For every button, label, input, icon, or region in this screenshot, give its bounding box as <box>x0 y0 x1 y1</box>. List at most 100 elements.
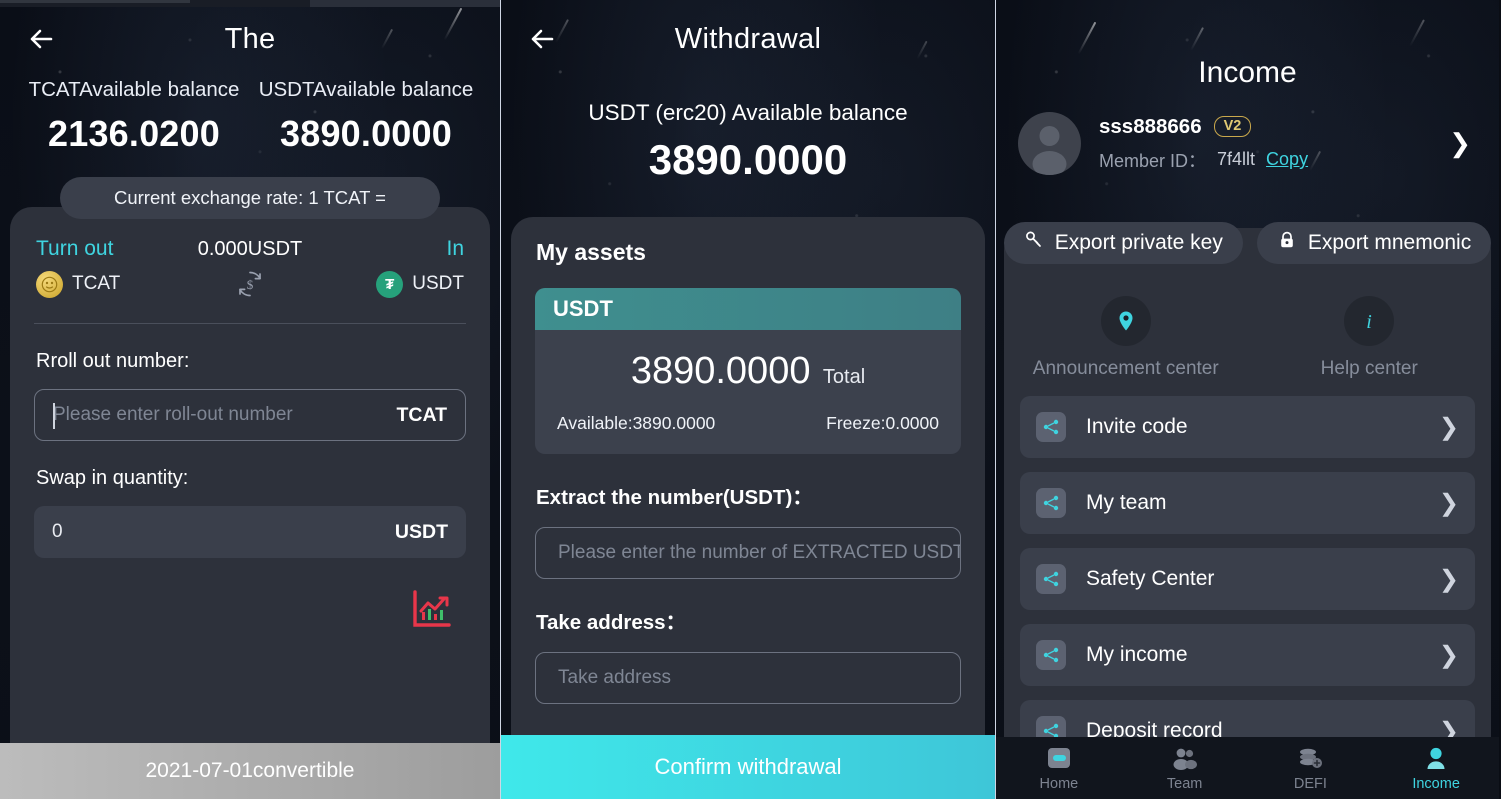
lock-icon <box>1277 230 1297 256</box>
asset-total-value: 3890.0000 <box>630 350 811 392</box>
turn-out-label: Turn out <box>36 237 114 260</box>
user-info: sss888666 V2 Member ID： 7f4llt Copy <box>1099 115 1449 173</box>
balance-summary: TCATAvailable balance 2136.0200 USDTAvai… <box>0 78 500 155</box>
tcat-coin-icon <box>36 270 63 298</box>
swap-to-coin-label: USDT <box>412 273 464 294</box>
withdrawal-balance-value: 3890.0000 <box>648 136 848 183</box>
balance-tcat: TCATAvailable balance 2136.0200 <box>18 78 250 155</box>
income-sheet: Announcement center i Help center Invite… <box>1004 228 1491 799</box>
chevron-right-icon: ❯ <box>1438 641 1459 669</box>
panel-income: Income sss888666 V2 Member ID： 7f4llt Co… <box>996 0 1499 799</box>
coins-plus-icon <box>1248 744 1374 774</box>
swap-in-quantity-label: Swap in quantity: <box>36 467 189 489</box>
three-panel-screenshot: The TCATAvailable balance 2136.0200 USDT… <box>0 0 1501 799</box>
page-title: The <box>224 22 276 55</box>
swap-in-quantity-suffix: USDT <box>394 520 448 543</box>
swap-arrows-icon: $ <box>239 271 261 297</box>
menu-item-label: My income <box>1086 643 1188 666</box>
swap-to-coin[interactable]: ₮ USDT <box>314 270 464 298</box>
menu-item-my-team[interactable]: My team ❯ <box>1020 472 1475 534</box>
roll-out-label: Rroll out number: <box>36 350 190 372</box>
back-arrow-icon[interactable] <box>24 22 58 56</box>
asset-total-label: Total <box>822 366 866 388</box>
balance-tcat-value: 2136.0200 <box>48 113 220 154</box>
share-nodes-icon <box>1036 564 1066 594</box>
announcement-center-button[interactable]: Announcement center <box>1004 296 1248 380</box>
avatar <box>1018 112 1081 175</box>
export-buttons-row: Export private key Export mnemonic <box>996 222 1499 264</box>
level-badge: V2 <box>1213 116 1252 137</box>
svg-text:i: i <box>1366 311 1372 333</box>
help-center-button[interactable]: i Help center <box>1248 296 1492 380</box>
copy-button[interactable]: Copy <box>1266 149 1308 170</box>
svg-text:$: $ <box>247 277 254 292</box>
panel1-navbar: The <box>0 0 500 78</box>
swap-from-coin[interactable]: TCAT <box>36 270 186 298</box>
chevron-right-icon[interactable]: ❯ <box>1449 128 1477 159</box>
help-center-label: Help center <box>1320 358 1418 379</box>
withdrawal-balance-block: USDT (erc20) Available balance 3890.0000 <box>501 100 995 184</box>
menu-item-label: Safety Center <box>1086 567 1215 590</box>
take-address-input[interactable]: Take address <box>535 652 961 704</box>
tab-defi[interactable]: DEFI <box>1248 744 1374 792</box>
roll-out-placeholder: Please enter roll-out number <box>53 404 293 425</box>
swap-in-quantity-value: 0 <box>52 521 63 542</box>
back-arrow-icon[interactable] <box>525 22 559 56</box>
person-icon <box>1373 744 1499 774</box>
member-id-label: Member ID： <box>1099 150 1207 171</box>
extract-number-input[interactable]: Please enter the number of EXTRACTED USD… <box>535 527 961 579</box>
chevron-right-icon: ❯ <box>1438 489 1459 517</box>
balance-usdt-value: 3890.0000 <box>280 113 452 154</box>
menu-item-label: My team <box>1086 491 1167 514</box>
panel-withdrawal: Withdrawal USDT (erc20) Available balanc… <box>500 0 996 799</box>
tab-income[interactable]: Income <box>1373 744 1499 792</box>
withdrawal-balance-label: USDT (erc20) Available balance <box>588 100 908 125</box>
extract-number-label: Extract the number(USDT)： <box>536 486 813 509</box>
share-nodes-icon <box>1036 412 1066 442</box>
export-private-key-button[interactable]: Export private key <box>1003 222 1243 264</box>
take-address-label: Take address： <box>536 611 687 634</box>
user-profile-row[interactable]: sss888666 V2 Member ID： 7f4llt Copy ❯ <box>996 90 1499 175</box>
menu-item-safety-center[interactable]: Safety Center ❯ <box>1020 548 1475 610</box>
tab-defi-label: DEFI <box>1293 776 1327 792</box>
export-mnemonic-button[interactable]: Export mnemonic <box>1256 222 1492 264</box>
menu-item-my-income[interactable]: My income ❯ <box>1020 624 1475 686</box>
roll-out-input[interactable]: Please enter roll-out number TCAT <box>34 389 466 441</box>
swap-toggle-button[interactable]: $ <box>186 269 314 299</box>
tab-income-label: Income <box>1412 776 1460 792</box>
tab-home[interactable]: Home <box>996 744 1122 792</box>
panel2-navbar: Withdrawal <box>501 0 995 78</box>
exchange-rate-pill: Current exchange rate: 1 TCAT = <box>60 177 440 219</box>
menu-item-invite-code[interactable]: Invite code ❯ <box>1020 396 1475 458</box>
swap-from-coin-label: TCAT <box>72 273 121 294</box>
balance-tcat-label: TCATAvailable balance <box>28 78 240 101</box>
member-id-row: Member ID： 7f4llt Copy <box>1099 147 1449 173</box>
confirm-withdrawal-button[interactable]: Confirm withdrawal <box>501 735 995 799</box>
asset-available: Available:3890.0000 <box>557 413 716 433</box>
swap-in-quantity-input[interactable]: 0 USDT <box>34 506 466 558</box>
asset-card-header: USDT <box>535 288 961 330</box>
asset-freeze: Freeze:0.0000 <box>826 413 939 433</box>
asset-total-row: 3890.0000 Total <box>535 330 961 395</box>
usdt-coin-icon: ₮ <box>376 270 404 298</box>
exchange-sheet: Turn out 0.000USDT In TCAT $ ₮ USDT Rrol… <box>10 207 490 743</box>
page-title: Income <box>1198 56 1297 89</box>
withdrawal-sheet: My assets USDT 3890.0000 Total Available… <box>511 217 985 799</box>
tab-team[interactable]: Team <box>1122 744 1248 792</box>
key-icon <box>1024 230 1044 256</box>
swap-in-label: In <box>446 237 464 260</box>
asset-card-usdt[interactable]: USDT 3890.0000 Total Available:3890.0000… <box>535 288 961 454</box>
panel-exchange: The TCATAvailable balance 2136.0200 USDT… <box>0 0 500 799</box>
menu-item-label: Invite code <box>1086 415 1188 438</box>
tab-home-label: Home <box>1039 776 1079 792</box>
swap-mid-amount: 0.000USDT <box>197 237 303 260</box>
chevron-right-icon: ❯ <box>1438 413 1459 441</box>
announcement-center-label: Announcement center <box>1032 358 1219 379</box>
convertible-date-footer[interactable]: 2021-07-01convertible <box>0 743 500 799</box>
asset-symbol: USDT <box>553 296 613 321</box>
bottom-tab-bar: Home Team DEFI Income <box>996 737 1499 799</box>
share-nodes-icon <box>1036 640 1066 670</box>
user-name-row: sss888666 V2 <box>1099 115 1449 139</box>
market-chart-icon[interactable] <box>410 588 454 637</box>
swap-coin-row: TCAT $ ₮ USDT <box>10 261 490 299</box>
